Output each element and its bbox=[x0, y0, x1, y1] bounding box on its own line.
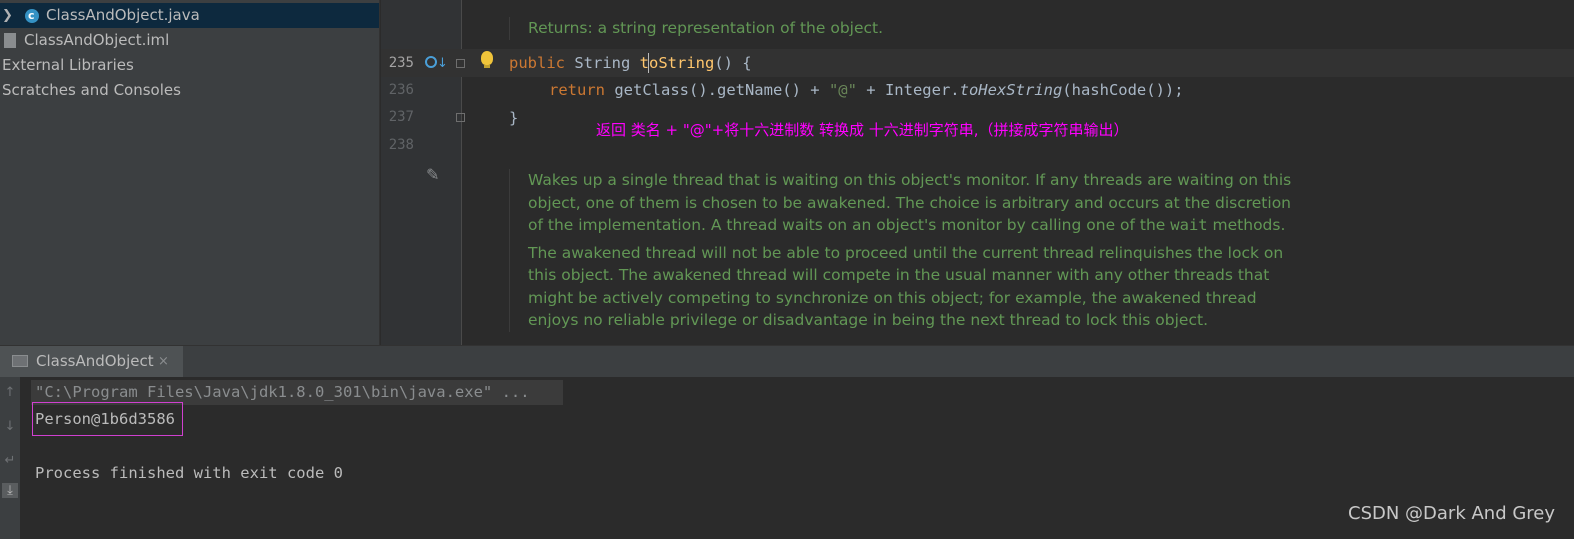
tree-item-label: ClassAndObject.iml bbox=[24, 31, 170, 49]
tree-item-label: External Libraries bbox=[2, 56, 134, 74]
method-name: toHexString bbox=[959, 81, 1063, 99]
run-side-toolbar: ↑ ↓ ↵ ⤓ bbox=[0, 377, 20, 539]
highlight-box bbox=[32, 402, 183, 436]
tab-run-classandobject[interactable]: ClassAndObject × bbox=[0, 346, 183, 377]
javadoc-code: wait bbox=[1170, 216, 1208, 234]
annotation-note: 返回 类名 + "@"+将十六进制数 转换成 十六进制字符串,（拼接成字符串输出… bbox=[596, 121, 1129, 139]
java-class-icon bbox=[25, 3, 39, 28]
tree-item-external-libraries[interactable]: External Libraries bbox=[0, 53, 379, 78]
javadoc-paragraph: Wakes up a single thread that is waiting… bbox=[528, 169, 1303, 237]
method-name: toString bbox=[639, 54, 715, 72]
project-tree: ❯ ClassAndObject.java ClassAndObject.iml… bbox=[0, 0, 380, 345]
line-number: 236 bbox=[388, 82, 414, 98]
code-text: getClass().getName() + bbox=[605, 81, 829, 99]
code-line-237: } bbox=[509, 109, 519, 127]
line-number: 237 bbox=[388, 109, 414, 125]
lightbulb-icon[interactable] bbox=[481, 51, 493, 68]
fold-icon[interactable] bbox=[456, 113, 465, 122]
close-icon[interactable]: × bbox=[158, 346, 169, 377]
watermark: CSDN @Dark And Grey bbox=[1348, 503, 1556, 524]
code-line-235: public String toString() { bbox=[509, 53, 752, 73]
code-text: () { bbox=[714, 54, 752, 72]
line-number: 235 bbox=[388, 55, 414, 71]
tree-item-classandobject-java[interactable]: ❯ ClassAndObject.java bbox=[0, 3, 379, 28]
javadoc-notify: Wakes up a single thread that is waiting… bbox=[509, 169, 1303, 332]
arrow-down-icon: ↓ bbox=[437, 56, 448, 71]
chevron-right-icon[interactable]: ❯ bbox=[2, 3, 13, 28]
javadoc-text: Returns: a string representation of the … bbox=[528, 19, 884, 37]
code-line-236: return getClass().getName() + "@" + Inte… bbox=[549, 80, 1184, 100]
override-icon[interactable] bbox=[425, 56, 437, 68]
code-text: + Integer. bbox=[856, 81, 960, 99]
tree-item-label: Scratches and Consoles bbox=[2, 81, 181, 99]
tree-item-label: ClassAndObject.java bbox=[46, 6, 200, 24]
javadoc-returns: Returns: a string representation of the … bbox=[509, 17, 1308, 40]
fold-icon[interactable] bbox=[456, 59, 465, 68]
console-command: "C:\Program Files\Java\jdk1.8.0_301\bin\… bbox=[35, 383, 530, 401]
scroll-to-end-icon[interactable]: ⤓ bbox=[2, 483, 18, 498]
tree-item-classandobject-iml[interactable]: ClassAndObject.iml bbox=[0, 28, 379, 53]
tree-item-scratches[interactable]: Scratches and Consoles bbox=[0, 78, 379, 103]
code-text: String bbox=[565, 54, 640, 72]
run-tab-label: ClassAndObject bbox=[36, 352, 154, 370]
soft-wrap-icon[interactable]: ↵ bbox=[2, 453, 18, 468]
string-literal: "@" bbox=[828, 81, 857, 99]
console-icon bbox=[12, 355, 28, 367]
keyword: return bbox=[549, 81, 605, 99]
arrow-up-icon[interactable]: ↑ bbox=[2, 385, 18, 400]
text-caret bbox=[648, 53, 649, 73]
console-exit-message: Process finished with exit code 0 bbox=[35, 464, 343, 482]
javadoc-text: methods. bbox=[1207, 216, 1286, 234]
iml-file-icon bbox=[4, 33, 16, 48]
arrow-down-icon[interactable]: ↓ bbox=[2, 419, 18, 434]
keyword: public bbox=[509, 54, 565, 72]
pencil-icon[interactable]: ✎ bbox=[426, 165, 439, 184]
javadoc-paragraph: The awakened thread will not be able to … bbox=[528, 243, 1284, 330]
run-toolwindow-header: ClassAndObject × bbox=[0, 345, 1574, 377]
code-text: (hashCode()); bbox=[1062, 81, 1184, 99]
line-number: 238 bbox=[388, 137, 414, 153]
